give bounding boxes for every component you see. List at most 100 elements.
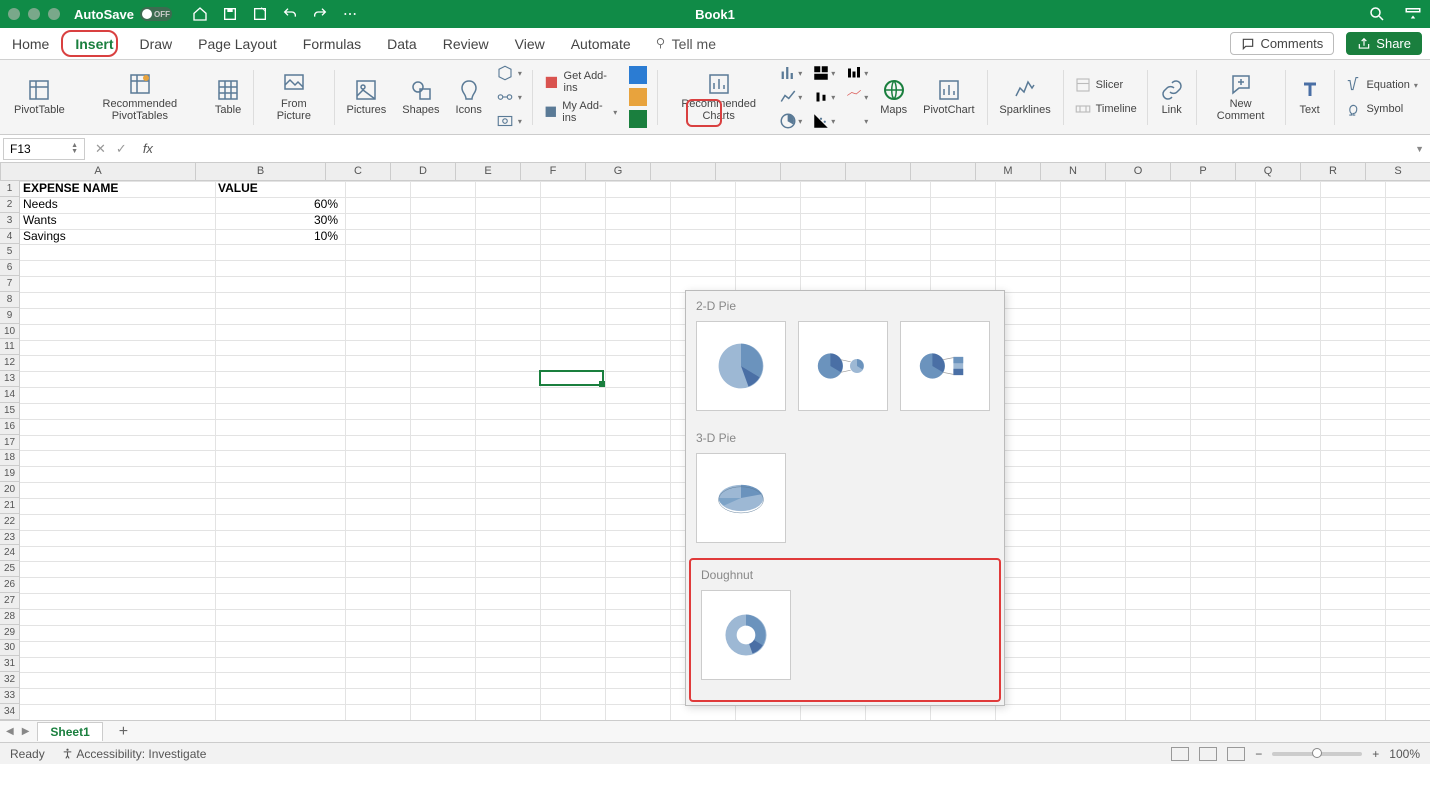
tab-view[interactable]: View (511, 32, 549, 56)
pie-chart-button[interactable]: ▾ (779, 112, 802, 130)
models-3d-button[interactable]: ▾ (496, 64, 522, 82)
screenshot-button[interactable]: ▾ (496, 112, 522, 130)
zoom-level[interactable]: 100% (1389, 747, 1420, 761)
row-header-16[interactable]: 16 (0, 419, 19, 435)
comments-button[interactable]: Comments (1230, 32, 1334, 55)
radar-chart-button[interactable]: ▾ (845, 112, 868, 130)
redo-icon[interactable] (312, 6, 328, 22)
row-header-6[interactable]: 6 (0, 260, 19, 276)
row-header-2[interactable]: 2 (0, 197, 19, 213)
doughnut-option[interactable] (701, 590, 791, 680)
fx-icon[interactable]: fx (143, 141, 153, 156)
bing-maps-icon[interactable] (629, 66, 647, 84)
close-dot[interactable] (8, 8, 20, 20)
row-header-12[interactable]: 12 (0, 355, 19, 371)
cell-B1[interactable]: VALUE (215, 181, 345, 196)
link-button[interactable]: Link (1152, 62, 1192, 132)
ribbon-options-icon[interactable] (1404, 5, 1422, 23)
pie-of-pie-option[interactable] (798, 321, 888, 411)
view-normal-button[interactable] (1171, 747, 1189, 761)
col-header-C[interactable]: C (326, 163, 391, 180)
row-header-10[interactable]: 10 (0, 324, 19, 340)
row-header-31[interactable]: 31 (0, 656, 19, 672)
tab-draw[interactable]: Draw (135, 32, 176, 56)
from-picture-button[interactable]: From Picture (258, 62, 330, 132)
row-header-25[interactable]: 25 (0, 561, 19, 577)
row-header-29[interactable]: 29 (0, 625, 19, 641)
row-header-13[interactable]: 13 (0, 371, 19, 387)
equation-button[interactable]: Equation▾ (1344, 76, 1417, 94)
cell-A2[interactable]: Needs (20, 197, 215, 212)
row-header-27[interactable]: 27 (0, 593, 19, 609)
row-header-28[interactable]: 28 (0, 609, 19, 625)
row-header-30[interactable]: 30 (0, 640, 19, 656)
view-page-break-button[interactable] (1227, 747, 1245, 761)
tab-page-layout[interactable]: Page Layout (194, 32, 281, 56)
home-icon[interactable] (192, 6, 208, 22)
sheet-nav-next[interactable]: ▶ (22, 726, 30, 737)
tab-data[interactable]: Data (383, 32, 421, 56)
col-header-D[interactable]: D (391, 163, 456, 180)
statistic-chart-button[interactable]: ▾ (812, 88, 835, 106)
col-header-P[interactable]: P (1171, 163, 1236, 180)
row-header-9[interactable]: 9 (0, 308, 19, 324)
row-header-7[interactable]: 7 (0, 276, 19, 292)
new-comment-button[interactable]: New Comment (1201, 62, 1281, 132)
col-header-[interactable] (846, 163, 911, 180)
col-header-G[interactable]: G (586, 163, 651, 180)
autosave-toggle[interactable]: AutoSave OFF (74, 7, 172, 22)
search-icon[interactable] (1368, 5, 1386, 23)
pie-3d-option[interactable] (696, 453, 786, 543)
tab-home[interactable]: Home (8, 32, 53, 56)
name-box[interactable]: F13 ▲▼ (3, 138, 85, 160)
row-header-17[interactable]: 17 (0, 435, 19, 451)
sparklines-button[interactable]: Sparklines (991, 62, 1058, 132)
row-header-3[interactable]: 3 (0, 213, 19, 229)
row-header-14[interactable]: 14 (0, 387, 19, 403)
undo-icon[interactable] (282, 6, 298, 22)
more-icon[interactable] (342, 6, 358, 22)
cancel-icon[interactable]: ✕ (95, 141, 106, 157)
tab-insert[interactable]: Insert (71, 32, 117, 56)
row-header-19[interactable]: 19 (0, 466, 19, 482)
waterfall-chart-button[interactable]: ▾ (845, 64, 868, 82)
tell-me[interactable]: Tell me (653, 36, 716, 52)
zoom-knob[interactable] (1312, 748, 1322, 758)
share-button[interactable]: Share (1346, 32, 1422, 55)
col-header-[interactable] (651, 163, 716, 180)
symbol-button[interactable]: Symbol (1344, 100, 1417, 118)
recommended-pivot-button[interactable]: Recommended PivotTables (73, 62, 207, 132)
row-header-32[interactable]: 32 (0, 672, 19, 688)
col-header-E[interactable]: E (456, 163, 521, 180)
col-header-R[interactable]: R (1301, 163, 1366, 180)
col-header-F[interactable]: F (521, 163, 586, 180)
cell-A3[interactable]: Wants (20, 213, 215, 228)
col-header-O[interactable]: O (1106, 163, 1171, 180)
formula-expand[interactable]: ▼ (1415, 144, 1430, 154)
col-header-[interactable] (781, 163, 846, 180)
maps-button[interactable]: Maps (872, 62, 915, 132)
shapes-button[interactable]: Shapes (394, 62, 447, 132)
name-box-spinner[interactable]: ▲▼ (71, 143, 78, 155)
pictures-button[interactable]: Pictures (338, 62, 394, 132)
row-header-22[interactable]: 22 (0, 514, 19, 530)
row-header-33[interactable]: 33 (0, 688, 19, 704)
my-addins-button[interactable]: My Add-ins▾ (543, 100, 617, 124)
col-header-N[interactable]: N (1041, 163, 1106, 180)
max-dot[interactable] (48, 8, 60, 20)
col-header-[interactable] (716, 163, 781, 180)
hierarchy-chart-button[interactable]: ▾ (812, 64, 835, 82)
tab-automate[interactable]: Automate (567, 32, 635, 56)
table-button[interactable]: Table (207, 62, 249, 132)
col-header-B[interactable]: B (196, 163, 326, 180)
bar-of-pie-option[interactable] (900, 321, 990, 411)
row-header-8[interactable]: 8 (0, 292, 19, 308)
cell-B2[interactable]: 60% (215, 197, 341, 212)
cell-B3[interactable]: 30% (215, 213, 341, 228)
status-accessibility[interactable]: Accessibility: Investigate (61, 747, 207, 761)
window-controls[interactable] (8, 8, 60, 20)
zoom-in-button[interactable]: + (1372, 747, 1379, 761)
tab-formulas[interactable]: Formulas (299, 32, 365, 56)
toggle-switch[interactable]: OFF (140, 7, 172, 21)
text-button[interactable]: Text (1290, 62, 1330, 132)
